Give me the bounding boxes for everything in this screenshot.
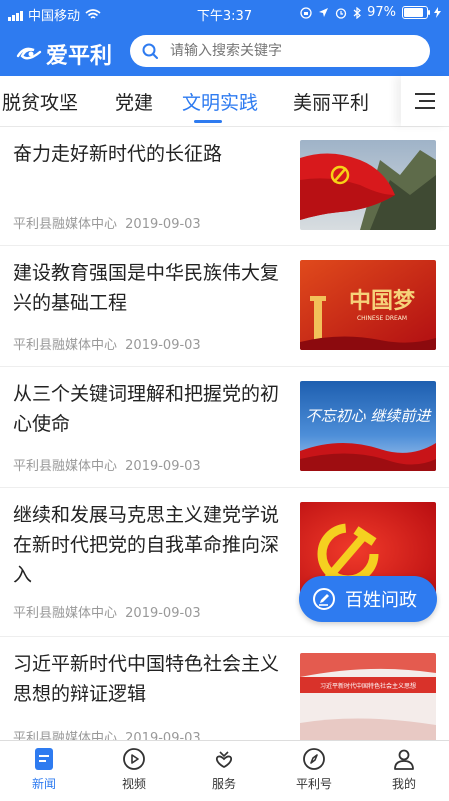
news-thumbnail[interactable]: 中国梦 CHINESE DREAM <box>300 260 436 350</box>
nav-profile[interactable]: 我的 <box>374 747 434 792</box>
menu-icon <box>415 93 435 109</box>
party-flag-image <box>300 140 436 230</box>
news-date: 2019-09-03 <box>125 459 201 474</box>
category-tabs: 脱贫攻坚 党建 文明实践 美丽平利 <box>0 76 449 127</box>
news-item[interactable]: 奋力走好新时代的长征路 平利县融媒体中心 2019-09-03 <box>0 127 449 246</box>
nav-news[interactable]: 新闻 <box>14 747 74 792</box>
news-meta: 平利县融媒体中心 2019-09-03 <box>13 334 201 353</box>
news-list: 奋力走好新时代的长征路 平利县融媒体中心 2019-09-03 建设教育强国是中… <box>0 127 449 750</box>
video-icon <box>123 748 145 770</box>
nav-pingli-account[interactable]: 平利号 <box>284 747 344 792</box>
logo-text: 爱平利 <box>46 44 113 69</box>
nav-label: 新闻 <box>31 777 56 791</box>
news-item[interactable]: 习近平新时代中国特色社会主义思想的辩证逻辑 平利县融媒体中心 2019-09-0… <box>0 637 449 750</box>
news-title[interactable]: 奋力走好新时代的长征路 <box>13 139 283 169</box>
news-item[interactable]: 建设教育强国是中华民族伟大复兴的基础工程 平利县融媒体中心 2019-09-03… <box>0 246 449 367</box>
nav-video[interactable]: 视频 <box>104 747 164 792</box>
news-source: 平利县融媒体中心 <box>13 217 118 232</box>
news-title[interactable]: 继续和发展马克思主义建党学说 在新时代把党的自我革命推向深入 <box>13 500 283 590</box>
nav-label: 视频 <box>121 777 146 791</box>
news-title[interactable]: 从三个关键词理解和把握党的初心使命 <box>13 379 283 439</box>
nav-service[interactable]: 服务 <box>194 747 254 792</box>
rotation-lock-icon <box>300 6 312 19</box>
news-meta: 平利县融媒体中心 2019-09-03 <box>13 213 201 232</box>
search-input[interactable] <box>168 42 412 60</box>
chinese-dream-image: 中国梦 CHINESE DREAM <box>300 260 436 350</box>
nav-label: 服务 <box>211 777 236 791</box>
tab-menu-button[interactable] <box>401 76 449 126</box>
location-icon <box>319 8 329 17</box>
tab-party[interactable]: 党建 <box>115 88 153 115</box>
news-meta: 平利县融媒体中心 2019-09-03 <box>13 602 201 621</box>
image-caption: 不忘初心 继续前进 <box>306 407 433 425</box>
public-inquiry-button[interactable]: 百姓问政 <box>299 576 437 622</box>
news-date: 2019-09-03 <box>125 606 201 621</box>
battery-icon <box>402 6 430 19</box>
news-source: 平利县融媒体中心 <box>13 606 118 621</box>
thought-banner-image: 习近平新时代中国特色社会主义思想 <box>300 653 436 743</box>
battery-percent: 97% <box>367 5 396 20</box>
status-right: 97% <box>300 5 441 20</box>
alarm-icon <box>335 7 347 19</box>
tab-civilization[interactable]: 文明实践 <box>182 88 258 115</box>
news-date: 2019-09-03 <box>125 217 201 232</box>
news-source: 平利县融媒体中心 <box>13 338 118 353</box>
image-subcaption: CHINESE DREAM <box>357 315 407 322</box>
app-header: 爱平利 <box>0 26 449 76</box>
public-inquiry-label: 百姓问政 <box>345 590 417 611</box>
nav-label: 我的 <box>391 777 416 791</box>
edit-chat-icon <box>313 588 335 610</box>
search-icon <box>142 43 158 59</box>
bottom-nav: 新闻 视频 服务 平利号 我的 <box>0 740 449 801</box>
service-icon <box>215 751 233 769</box>
profile-icon <box>394 749 414 770</box>
logo-icon <box>16 47 42 60</box>
status-bar: 中国移动 下午3:37 97% <box>0 0 449 26</box>
news-item[interactable]: 从三个关键词理解和把握党的初心使命 平利县融媒体中心 2019-09-03 不忘… <box>0 367 449 488</box>
tab-beautiful-pingli[interactable]: 美丽平利 <box>293 88 369 115</box>
news-date: 2019-09-03 <box>125 338 201 353</box>
tab-poverty[interactable]: 脱贫攻坚 <box>2 88 78 115</box>
charging-icon <box>434 7 441 18</box>
news-icon <box>35 748 53 770</box>
active-tab-indicator <box>194 120 222 123</box>
news-thumbnail[interactable]: 不忘初心 继续前进 <box>300 381 436 471</box>
news-title[interactable]: 建设教育强国是中华民族伟大复兴的基础工程 <box>13 258 283 318</box>
image-caption: 中国梦 <box>349 288 416 314</box>
news-thumbnail[interactable] <box>300 140 436 230</box>
original-mission-image: 不忘初心 继续前进 <box>300 381 436 471</box>
nav-label: 平利号 <box>295 777 332 791</box>
image-caption: 习近平新时代中国特色社会主义思想 <box>320 682 416 690</box>
bluetooth-icon <box>353 6 362 19</box>
news-title[interactable]: 习近平新时代中国特色社会主义思想的辩证逻辑 <box>13 649 283 709</box>
news-thumbnail[interactable]: 习近平新时代中国特色社会主义思想 <box>300 653 436 743</box>
app-logo: 爱平利 <box>16 38 112 70</box>
news-source: 平利县融媒体中心 <box>13 459 118 474</box>
news-meta: 平利县融媒体中心 2019-09-03 <box>13 455 201 474</box>
compass-icon <box>303 748 325 770</box>
search-bar[interactable] <box>130 35 430 67</box>
